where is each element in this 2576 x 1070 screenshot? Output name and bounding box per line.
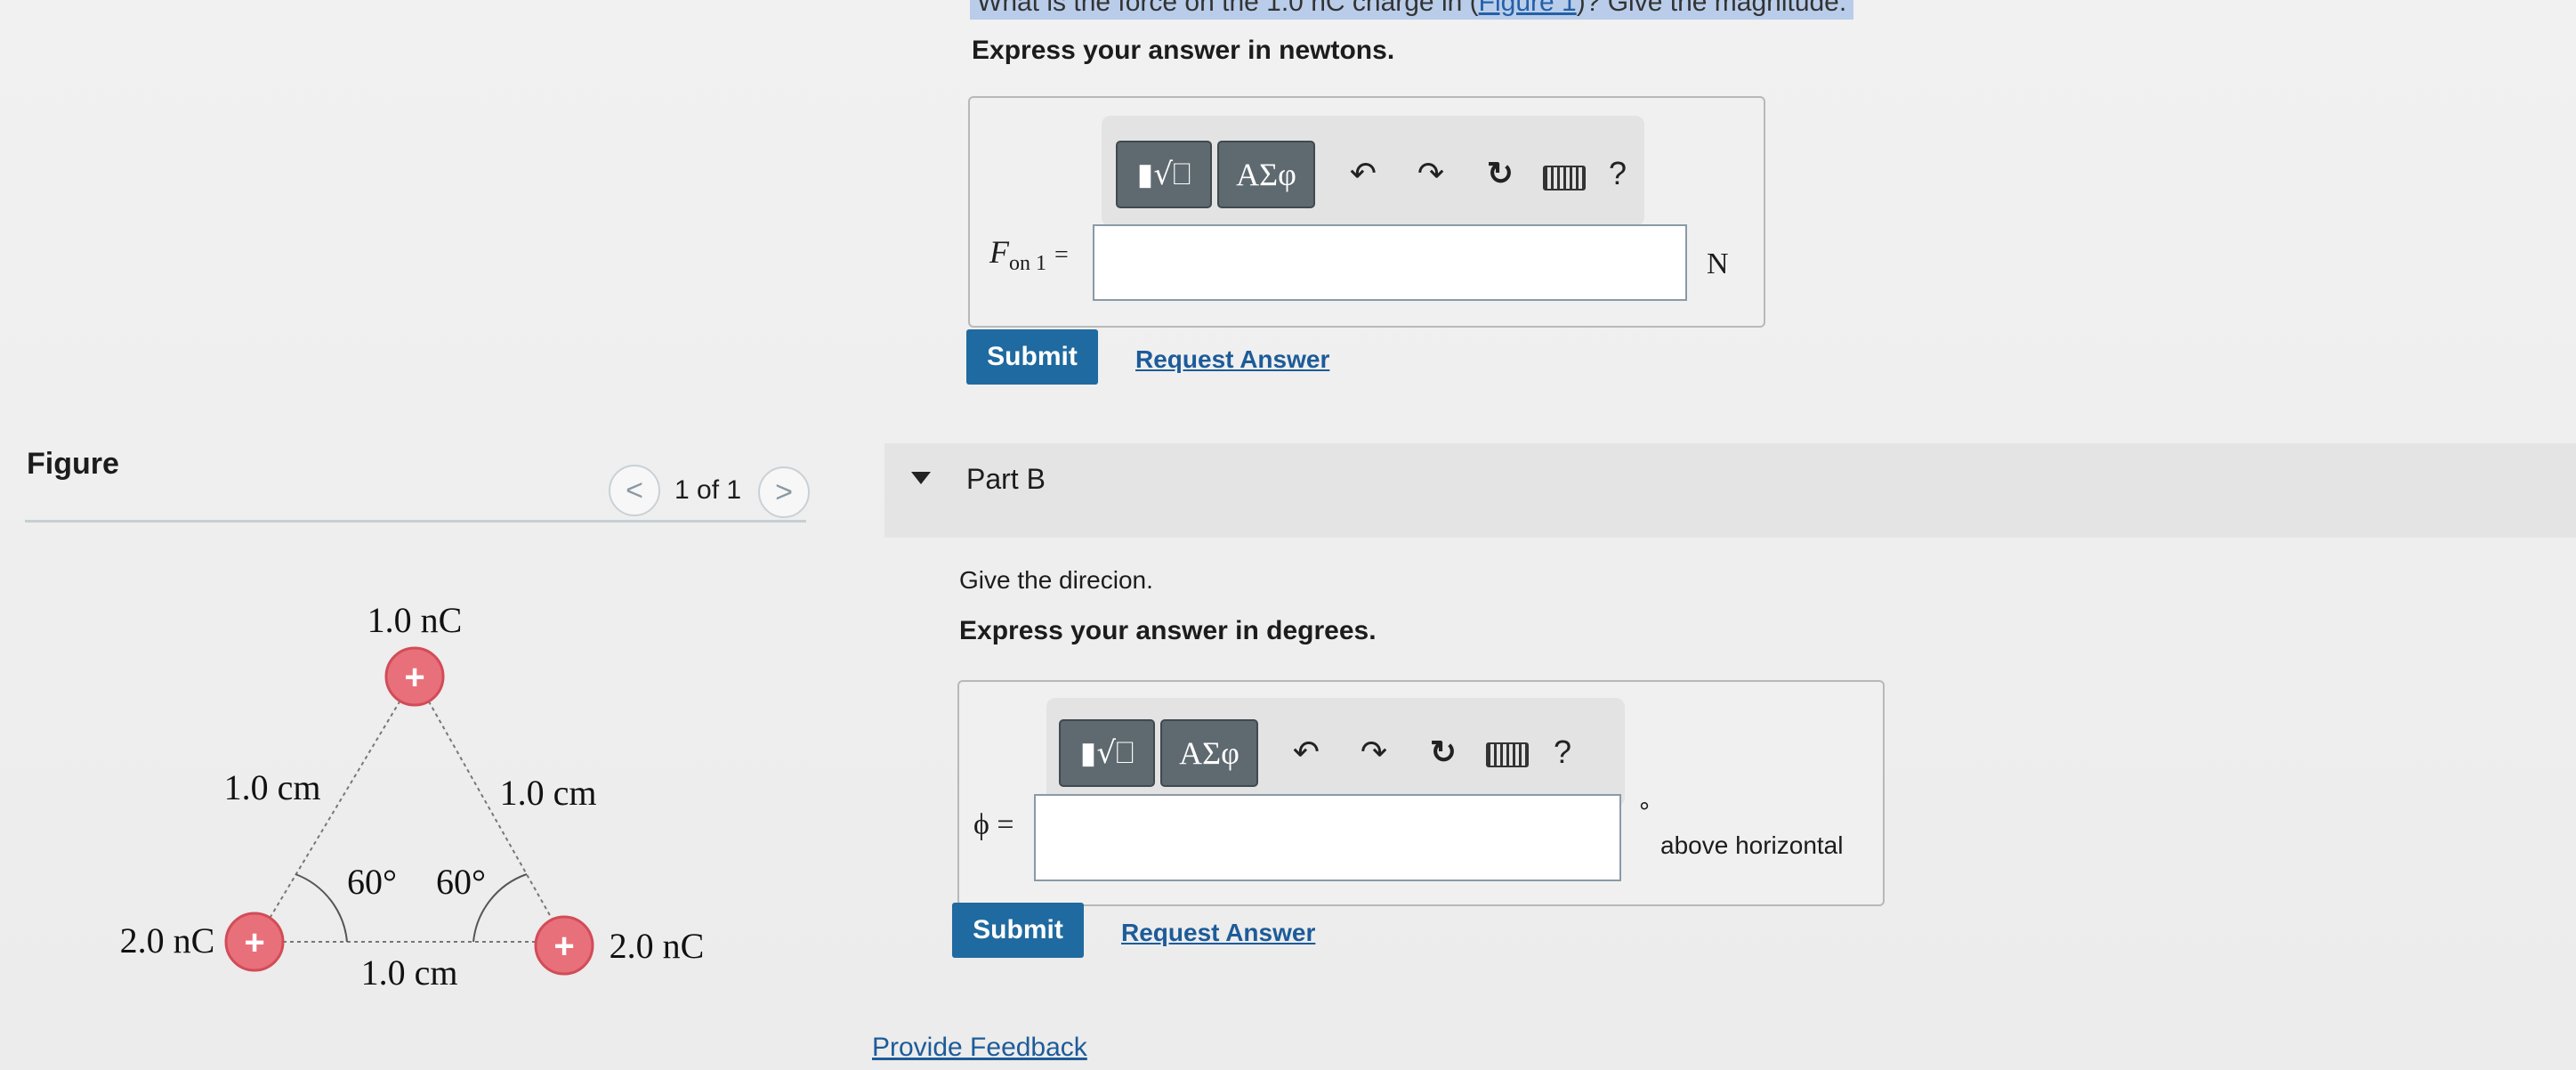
keyboard-icon[interactable] [1543,166,1586,190]
partB-prompt: Give the direcion. [959,566,1153,594]
reset-icon[interactable]: ↻ [1417,721,1470,783]
redo-icon[interactable]: ↷ [1404,142,1458,205]
partB-title: Part B [966,463,1046,495]
plus-icon: + [404,658,424,697]
right-side-label: 1.0 cm [500,773,597,813]
next-figure-button[interactable]: > [758,466,810,518]
partB-answer-input[interactable] [1034,794,1621,881]
greek-symbols-label: ΑΣφ [1236,157,1296,192]
redo-icon[interactable]: ↷ [1347,721,1401,783]
greek-symbols-label: ΑΣφ [1179,735,1240,771]
left-charge-label: 2.0 nC [120,920,215,961]
top-charge: + [384,646,445,707]
partB-request-answer-link[interactable]: Request Answer [1121,919,1315,947]
keyboard-icon[interactable] [1486,742,1529,767]
right-charge: + [534,915,594,976]
partA-toolbar: ▮√⎕ ΑΣφ ↶ ↷ ↻ ? [1102,116,1644,226]
greek-symbols-button[interactable]: ΑΣφ [1217,141,1315,208]
force-subscript: on 1 [1009,252,1046,276]
right-charge-label: 2.0 nC [610,926,705,966]
chevron-right-icon: > [775,474,793,509]
previous-figure-button[interactable]: < [609,465,660,516]
equals-sign: = [1054,241,1069,269]
template-radical-icon: ▮√⎕ [1079,735,1135,771]
template-radical-button[interactable]: ▮√⎕ [1116,141,1212,208]
degree-symbol: ° [1639,798,1650,827]
charge-triangle-figure: + + + 1.0 nC 2.0 nC 2.0 nC 1.0 cm 1.0 cm… [120,600,705,993]
help-icon[interactable]: ? [1600,144,1635,203]
collapse-triangle-icon[interactable] [911,472,931,484]
figure-link[interactable]: Figure 1 [1479,0,1577,17]
left-charge: + [224,912,285,972]
plus-icon: + [244,923,264,962]
help-icon[interactable]: ? [1545,723,1580,782]
left-side-label: 1.0 cm [224,767,321,807]
top-charge-label: 1.0 nC [367,600,463,640]
force-symbol: F [989,234,1009,270]
left-angle-arc [295,873,348,943]
right-angle-label: 60° [436,862,486,902]
partB-variable-label: ϕ = [973,808,1014,841]
partB-units-text: above horizontal [1660,831,1844,859]
undo-icon[interactable]: ↶ [1280,721,1333,783]
partB-answer-box: ▮√⎕ ΑΣφ ↶ ↷ ↻ ? ϕ = ° above horizontal [957,680,1885,906]
figure-divider [25,520,806,523]
partB-submit-button[interactable]: Submit [952,903,1084,958]
partA-instruction: Express your answer in newtons. [972,36,1395,65]
reset-icon[interactable]: ↻ [1474,142,1527,205]
partA-variable-label: Fon 1 = [989,233,1069,276]
bottom-side-label: 1.0 cm [361,952,458,993]
question-text: What is the force on the 1.0 nC charge i… [970,0,1854,20]
left-side-line [254,676,416,944]
partA-request-answer-link[interactable]: Request Answer [1135,345,1329,374]
greek-symbols-button[interactable]: ΑΣφ [1160,719,1258,787]
figure-page-indicator: 1 of 1 [674,475,742,505]
question-text-end: )? Give the magnitude. [1576,0,1847,17]
partB-instruction: Express your answer in degrees. [959,616,1377,645]
partA-submit-button[interactable]: Submit [966,329,1098,385]
left-angle-label: 60° [347,862,397,902]
partB-header[interactable]: Part B [884,443,2576,538]
partA-answer-input[interactable] [1093,224,1687,301]
partA-answer-box: ▮√⎕ ΑΣφ ↶ ↷ ↻ ? Fon 1 = N [968,96,1765,328]
template-radical-icon: ▮√⎕ [1136,157,1191,192]
plus-icon: + [553,927,574,966]
partA-units: N [1707,247,1729,280]
chevron-left-icon: < [626,473,643,507]
question-text-start: What is the force on the 1.0 nC charge i… [977,0,1479,17]
figure-title: Figure [27,447,119,481]
partB-toolbar: ▮√⎕ ΑΣφ ↶ ↷ ↻ ? [1046,698,1625,807]
template-radical-button[interactable]: ▮√⎕ [1059,719,1155,787]
undo-icon[interactable]: ↶ [1336,142,1390,205]
provide-feedback-link[interactable]: Provide Feedback [872,1033,1087,1063]
